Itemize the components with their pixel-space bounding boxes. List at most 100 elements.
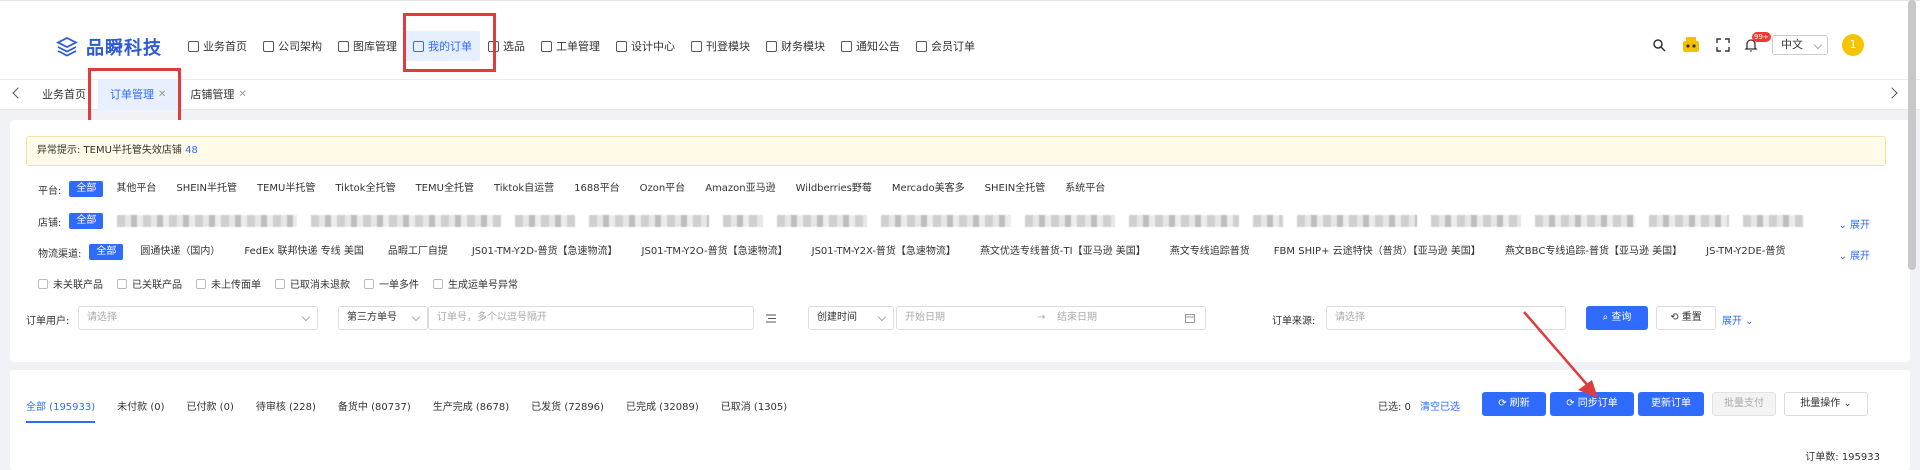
sync-orders-button[interactable]: ⟳ 同步订单	[1550, 392, 1634, 416]
checkbox-option[interactable]: 未上传面单	[196, 276, 261, 291]
logistics-chip[interactable]: 圆通快递（国内）	[133, 244, 227, 260]
batch-pay-button[interactable]: 批量支付	[1712, 392, 1776, 416]
checkbox[interactable]	[196, 278, 206, 289]
platform-chip[interactable]: 1688平台	[567, 181, 626, 197]
status-tab[interactable]: 已付款 (0)	[187, 398, 234, 423]
third-party-select[interactable]: 第三方单号	[338, 306, 428, 330]
status-tab[interactable]: 备货中 (80737)	[338, 398, 411, 423]
platform-chip[interactable]: 系统平台	[1058, 181, 1112, 197]
tab-scroll-right-icon[interactable]	[1886, 87, 1898, 99]
language-select[interactable]: 中文	[1772, 35, 1828, 55]
nav-item-label: 选品	[503, 40, 525, 53]
avatar[interactable]: 1	[1842, 34, 1864, 56]
status-tab[interactable]: 未付款 (0)	[117, 398, 164, 423]
nav-item-8[interactable]: 财务模块	[758, 31, 833, 61]
platform-chip[interactable]: TEMU全托管	[409, 181, 481, 197]
nav-item-1[interactable]: 公司架构	[255, 31, 330, 61]
nav-item-6[interactable]: 设计中心	[608, 31, 683, 61]
checkbox[interactable]	[275, 278, 285, 289]
platform-chip[interactable]: Amazon亚马逊	[698, 181, 782, 197]
time-type-select[interactable]: 创建时间	[808, 306, 894, 330]
platform-chip[interactable]: Wildberries野莓	[789, 181, 879, 197]
close-icon[interactable]: ✕	[238, 80, 246, 110]
nav-item-7[interactable]: 刊登模块	[683, 31, 758, 61]
status-tab[interactable]: 全部 (195933)	[26, 398, 96, 423]
platform-chip[interactable]: SHEIN半托管	[169, 181, 244, 197]
list-icon[interactable]	[766, 314, 776, 323]
nav-item-label: 刊登模块	[706, 40, 750, 53]
platform-chip[interactable]: 其他平台	[109, 181, 163, 197]
alert-count[interactable]: 48	[185, 145, 198, 156]
checkbox-option[interactable]: 未关联产品	[38, 276, 103, 291]
platform-chip[interactable]: SHEIN全托管	[978, 181, 1053, 197]
status-tab[interactable]: 生产完成 (8678)	[433, 398, 509, 423]
platform-chip[interactable]: Mercado美客多	[885, 181, 972, 197]
logistics-chip[interactable]: 燕文专线追踪普货	[1163, 244, 1257, 260]
checkbox-option[interactable]: 已取消未退款	[275, 276, 350, 291]
date-range-picker[interactable]: 开始日期 → 结束日期	[896, 306, 1206, 330]
checkbox-option[interactable]: 一单多件	[364, 276, 419, 291]
platform-chip[interactable]: Ozon平台	[633, 181, 693, 197]
logistics-chip[interactable]: 燕文优选专线普货-TI【亚马逊 美国】	[973, 244, 1153, 260]
page-tabbar: 业务首页 订单管理 ✕ 店铺管理 ✕	[0, 80, 1920, 110]
reset-button[interactable]: ⟲ 重置	[1656, 306, 1716, 330]
order-number-input[interactable]: 订单号，多个以逗号隔开	[428, 306, 754, 330]
page-scrollbar[interactable]	[1908, 0, 1916, 270]
nav-item-10[interactable]: 会员订单	[908, 31, 983, 61]
logistics-filter: 物流渠道: 全部 圆通快递（国内） FedEx 联邦快递 专线 美国 品暇工厂自提 JS…	[38, 243, 1802, 261]
order-source-select[interactable]: 请选择	[1326, 306, 1566, 330]
query-button[interactable]: ⌕ 查询	[1586, 306, 1648, 330]
platform-chip[interactable]: 全部	[69, 181, 104, 197]
nav-item-label: 工单管理	[556, 40, 600, 53]
logistics-chip[interactable]: FBM SHIP+ 云途特快（普货）【亚马逊 美国】	[1267, 244, 1488, 260]
logistics-list: 全部 圆通快递（国内） FedEx 联邦快递 专线 美国 品暇工厂自提 JS01-TM-…	[89, 244, 1802, 260]
nav-item-0[interactable]: 业务首页	[180, 31, 255, 61]
order-user-select[interactable]: 请选择	[78, 306, 318, 330]
tab-scroll-left-icon[interactable]	[12, 87, 24, 99]
status-tab[interactable]: 已发货 (72896)	[531, 398, 604, 423]
nav-item-5[interactable]: 工单管理	[533, 31, 608, 61]
logistics-label: 物流渠道:	[38, 248, 82, 260]
checkbox[interactable]	[38, 278, 48, 289]
checkbox-option[interactable]: 生成运单号异常	[433, 276, 518, 291]
logistics-chip[interactable]: 品暇工厂自提	[381, 244, 455, 260]
notification-icon[interactable]: 99+	[1744, 32, 1771, 52]
logistics-chip[interactable]: 燕文BBC专线追踪-普货【亚马逊 美国】	[1498, 244, 1689, 260]
clear-selection-link[interactable]: 清空已选	[1420, 398, 1460, 413]
nav-item-label: 通知公告	[856, 40, 900, 53]
update-orders-button[interactable]: 更新订单	[1638, 392, 1704, 416]
checkbox-label: 未上传面单	[211, 280, 261, 291]
store-all-chip[interactable]: 全部	[69, 213, 104, 229]
search-icon[interactable]	[1652, 38, 1666, 52]
batch-operations-button[interactable]: 批量操作 ⌄	[1784, 392, 1868, 416]
more-filters-link[interactable]: 展开 ⌄	[1722, 312, 1754, 327]
status-tab[interactable]: 已取消 (1305)	[721, 398, 787, 423]
robot-icon[interactable]	[1680, 36, 1702, 54]
logistics-chip[interactable]: FedEx 联邦快递 专线 美国	[237, 244, 370, 260]
checkbox[interactable]	[117, 278, 127, 289]
platform-chip[interactable]: Tiktok全托管	[328, 181, 402, 197]
logistics-expand-link[interactable]: ⌄ 展开	[1838, 247, 1870, 262]
status-tab[interactable]: 已完成 (32089)	[626, 398, 699, 423]
checkbox-option[interactable]: 已关联产品	[117, 276, 182, 291]
nav-item-2[interactable]: 图库管理	[330, 31, 405, 61]
checkbox[interactable]	[433, 278, 443, 289]
end-date-input[interactable]: 结束日期	[1057, 307, 1097, 329]
start-date-input[interactable]: 开始日期	[905, 312, 945, 323]
refresh-button[interactable]: ⟳ 刷新	[1482, 392, 1546, 416]
logistics-chip[interactable]: JS01-TM-Y2O-普货【急速物流】	[635, 244, 795, 260]
logistics-chip[interactable]: JS01-TM-Y2X-普货【急速物流】	[805, 244, 963, 260]
platform-chip[interactable]: Tiktok自运营	[487, 181, 561, 197]
platform-chip[interactable]: TEMU半托管	[250, 181, 322, 197]
store-expand-link[interactable]: ⌄ 展开	[1838, 216, 1870, 231]
logistics-chip[interactable]: JS01-TM-Y2D-普货【急速物流】	[465, 244, 625, 260]
tab-2[interactable]: 店铺管理 ✕	[178, 80, 258, 110]
brand-logo[interactable]: 品瞬科技	[56, 34, 162, 60]
checkbox[interactable]	[364, 278, 374, 289]
logistics-chip[interactable]: 全部	[89, 244, 124, 260]
logistics-chip[interactable]: JS-TM-Y2DE-普货	[1699, 244, 1792, 260]
nav-item-9[interactable]: 通知公告	[833, 31, 908, 61]
alert-banner: 异常提示: TEMU半托管失效店铺 48	[26, 136, 1886, 166]
status-tab[interactable]: 待审核 (228)	[256, 398, 316, 423]
fullscreen-icon[interactable]	[1716, 38, 1730, 52]
